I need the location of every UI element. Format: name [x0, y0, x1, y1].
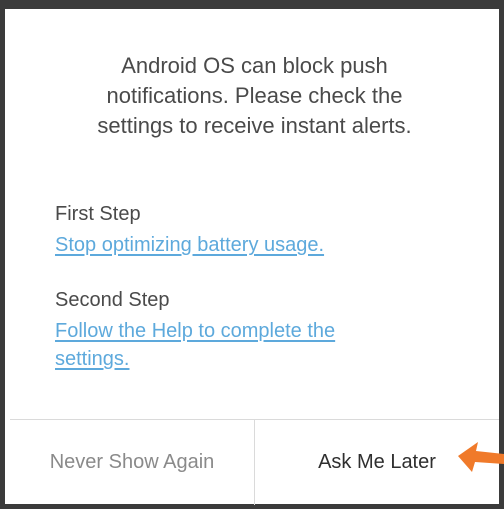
notification-dialog: Android OS can block push notifications.… [10, 9, 499, 505]
dialog-message: Android OS can block push notifications.… [97, 53, 412, 138]
orange-arrow-icon [458, 442, 504, 472]
stop-optimizing-battery-link[interactable]: Stop optimizing battery usage. [55, 231, 324, 259]
second-step-title: Second Step [55, 289, 170, 311]
first-step-title: First Step [55, 203, 141, 225]
never-show-again-button[interactable]: Never Show Again [10, 420, 255, 505]
dialog-footer: Never Show Again Ask Me Later [10, 419, 499, 505]
follow-help-link[interactable]: Follow the Help to complete the settings… [55, 317, 335, 373]
